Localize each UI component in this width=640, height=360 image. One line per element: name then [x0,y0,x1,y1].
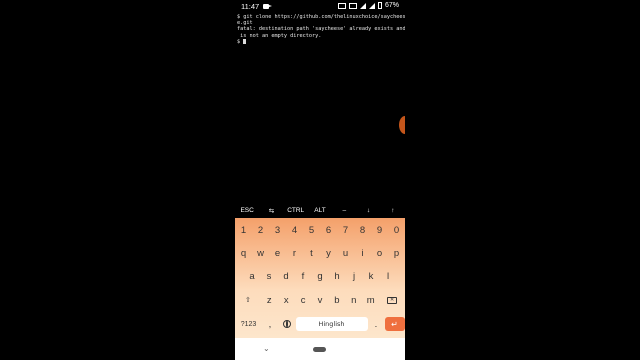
key-c[interactable]: c [295,289,312,311]
key-1[interactable]: 1 [235,219,252,241]
key-a[interactable]: a [244,265,261,287]
terminal-cursor [243,38,247,44]
battery-percent: 67% [384,2,399,9]
key-6[interactable]: 6 [320,219,337,241]
soft-keyboard: 1 2 3 4 5 6 7 8 9 0 q w e r t y u i o p … [235,218,405,338]
extra-keys-row: ESC ⇆ CTRL ALT – ↓ ↑ [235,203,405,218]
terminal-line: fatal: destination path 'saycheese' alre… [237,26,405,33]
terminal-prompt-line: $ [237,38,405,45]
key-r[interactable]: r [286,242,303,264]
key-k[interactable]: k [363,265,380,287]
alt-key[interactable]: ALT [308,207,332,214]
keyboard-bottom-row: ?123 , Hinglish . ↵ [235,313,405,335]
space-key[interactable]: Hinglish [295,317,368,331]
key-q[interactable]: q [235,242,252,264]
floating-bubble[interactable] [399,116,405,134]
key-h[interactable]: h [329,265,346,287]
key-p[interactable]: p [388,242,405,264]
key-w[interactable]: w [252,242,269,264]
key-g[interactable]: g [312,265,329,287]
key-l[interactable]: l [380,265,397,287]
key-0[interactable]: 0 [388,219,405,241]
key-i[interactable]: i [354,242,371,264]
backspace-key[interactable]: ✕ [379,289,405,311]
key-z[interactable]: z [261,289,278,311]
key-b[interactable]: b [328,289,345,311]
ctrl-key[interactable]: CTRL [284,207,308,214]
key-x[interactable]: x [278,289,295,311]
key-j[interactable]: j [346,265,363,287]
status-bar: 11:47 67% [235,0,405,14]
key-e[interactable]: e [269,242,286,264]
arrow-down-key[interactable]: ↓ [356,207,380,214]
language-key[interactable] [279,313,296,335]
key-d[interactable]: d [278,265,295,287]
key-u[interactable]: u [337,242,354,264]
backspace-icon: ✕ [387,296,398,304]
key-f[interactable]: f [295,265,312,287]
key-7[interactable]: 7 [337,219,354,241]
shift-key[interactable]: ⇧ [235,289,261,311]
dash-key[interactable]: – [332,207,356,214]
video-icon [263,4,272,9]
signal-icon [359,2,366,9]
terminal-output[interactable]: $ git clone https://github.com/thelinuxc… [237,14,405,45]
globe-icon [283,320,291,328]
battery-icon [377,2,382,9]
tab-key[interactable]: ⇆ [259,207,283,215]
key-m[interactable]: m [362,289,379,311]
signal-icon [368,2,375,9]
status-icons: 67% [337,2,399,9]
key-3[interactable]: 3 [269,219,286,241]
keyboard-number-row: 1 2 3 4 5 6 7 8 9 0 [235,219,405,241]
comma-key[interactable]: , [262,313,279,335]
keyboard-row-zxcv: ⇧ z x c v b n m ✕ [235,289,405,311]
key-n[interactable]: n [345,289,362,311]
hide-keyboard-icon[interactable]: ⌄ [263,344,270,353]
key-v[interactable]: v [312,289,329,311]
status-time: 11:47 [241,2,260,11]
phone-screen: 11:47 67% $ git clone https://github.com… [235,0,405,360]
key-t[interactable]: t [303,242,320,264]
home-pill[interactable] [313,347,326,352]
volte-icon [348,2,357,9]
period-key[interactable]: . [368,313,385,335]
enter-key[interactable]: ↵ [384,317,405,331]
keyboard-row-qwerty: q w e r t y u i o p [235,242,405,264]
key-8[interactable]: 8 [354,219,371,241]
terminal-line: $ git clone https://github.com/thelinuxc… [237,14,405,20]
sim-icon [337,2,346,9]
keyboard-row-asdf: a s d f g h j k l [235,265,405,287]
key-4[interactable]: 4 [286,219,303,241]
symbols-key[interactable]: ?123 [236,313,262,335]
key-s[interactable]: s [261,265,278,287]
key-5[interactable]: 5 [303,219,320,241]
key-9[interactable]: 9 [371,219,388,241]
key-y[interactable]: y [320,242,337,264]
key-o[interactable]: o [371,242,388,264]
esc-key[interactable]: ESC [235,207,259,214]
key-2[interactable]: 2 [252,219,269,241]
arrow-up-key[interactable]: ↑ [381,207,405,214]
navigation-bar: ⌄ [235,338,405,360]
